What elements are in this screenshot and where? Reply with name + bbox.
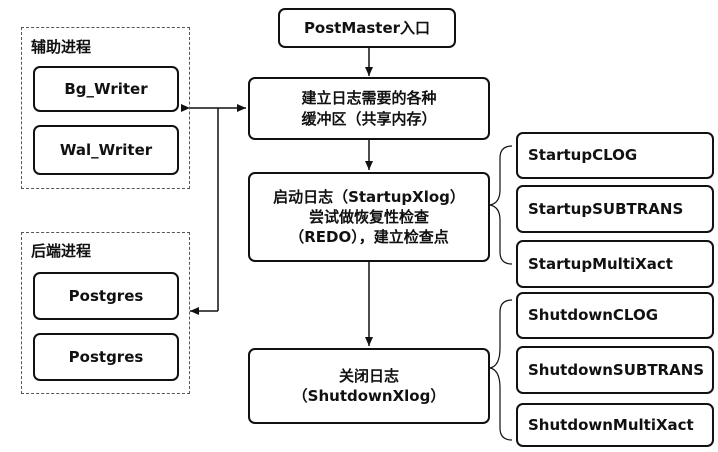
shutdown-xlog-box: 关闭日志 （ShutdownXlog） — [248, 348, 490, 424]
startup-multixact-box: StartupMultiXact — [516, 240, 714, 288]
shutdown-subtrans-label: ShutdownSUBTRANS — [528, 360, 705, 379]
postgres-label-1: Postgres — [68, 286, 144, 305]
postgres-label-2: Postgres — [68, 347, 144, 366]
shutdown-brace — [489, 299, 513, 441]
shutdown-multixact-label: ShutdownMultiXact — [528, 415, 694, 434]
shutdown-xlog-line1: 关闭日志 — [338, 366, 399, 385]
shutdown-clog-label: ShutdownCLOG — [528, 306, 659, 325]
startup-multixact-label: StartupMultiXact — [528, 254, 673, 273]
startup-brace — [489, 145, 513, 265]
startup-xlog-line2: 尝试做恢复性检查 — [308, 207, 429, 226]
log-buffer-box: 建立日志需要的各种 缓冲区（共享内存） — [248, 77, 490, 140]
log-buffer-line1: 建立日志需要的各种 — [301, 89, 437, 108]
postmaster-entry-label: PostMaster入口 — [303, 18, 431, 37]
wal-writer-label: Wal_Writer — [59, 140, 153, 159]
backend-process-title: 后端进程 — [31, 242, 92, 260]
wal-writer-box: Wal_Writer — [33, 125, 179, 175]
log-buffer-line2: 缓冲区（共享内存） — [301, 109, 437, 128]
startup-subtrans-box: StartupSUBTRANS — [516, 185, 714, 233]
aux-process-title: 辅助进程 — [31, 38, 92, 56]
shutdown-subtrans-box: ShutdownSUBTRANS — [516, 346, 714, 394]
postmaster-entry-box: PostMaster入口 — [278, 8, 456, 48]
startup-xlog-line3: （REDO），建立检查点 — [289, 228, 449, 247]
bg-writer-box: Bg_Writer — [33, 66, 179, 112]
startup-subtrans-label: StartupSUBTRANS — [528, 199, 684, 218]
startup-clog-box: StartupCLOG — [516, 132, 714, 179]
startup-xlog-box: 启动日志（StartupXlog） 尝试做恢复性检查 （REDO），建立检查点 — [248, 172, 490, 262]
shutdown-multixact-box: ShutdownMultiXact — [516, 403, 714, 447]
shutdown-xlog-line2: （ShutdownXlog） — [292, 387, 446, 405]
startup-clog-label: StartupCLOG — [528, 146, 638, 165]
shutdown-clog-box: ShutdownCLOG — [516, 292, 714, 339]
postgres-box-1: Postgres — [33, 272, 179, 320]
bg-writer-label: Bg_Writer — [64, 79, 148, 98]
postgres-box-2: Postgres — [33, 333, 179, 381]
startup-xlog-line1: 启动日志（StartupXlog） — [273, 187, 465, 206]
